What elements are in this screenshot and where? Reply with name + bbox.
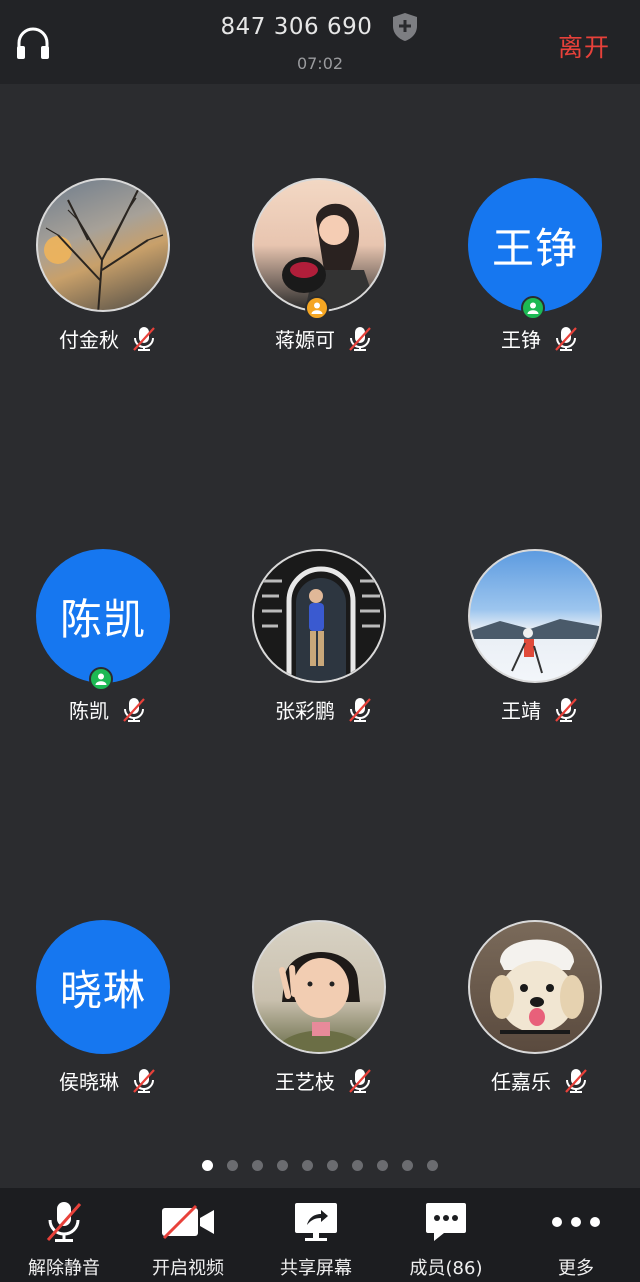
participant-name: 蒋嫄可 — [275, 328, 335, 352]
page-dot[interactable] — [327, 1160, 338, 1171]
page-dot[interactable] — [202, 1160, 213, 1171]
participant-tile[interactable]: 晓琳 侯晓琳 — [0, 920, 216, 1140]
page-dot[interactable] — [377, 1160, 388, 1171]
avatar: 陈凯 — [36, 549, 170, 683]
mic-muted-icon — [123, 697, 145, 722]
page-dot[interactable] — [227, 1160, 238, 1171]
mic-muted-icon — [46, 1202, 82, 1242]
mic-muted-icon — [349, 697, 371, 722]
mic-muted-icon — [133, 326, 155, 351]
video-off-icon — [162, 1204, 214, 1240]
bottom-toolbar: 解除静音 开启视频 共享屏幕 成员(86) 更多 — [0, 1188, 640, 1282]
page-dot[interactable] — [302, 1160, 313, 1171]
participant-name: 王靖 — [501, 699, 541, 723]
participant-tile[interactable]: 陈凯 陈凯 — [0, 549, 216, 769]
more-button[interactable]: 更多 — [512, 1188, 640, 1282]
avatar — [252, 549, 386, 683]
participant-tile[interactable]: 张彩鹏 — [216, 549, 432, 769]
page-dot[interactable] — [252, 1160, 263, 1171]
mic-muted-icon — [349, 1068, 371, 1093]
participant-tile[interactable]: 王靖 — [432, 549, 640, 769]
start-video-button[interactable]: 开启视频 — [124, 1188, 252, 1282]
unmute-label: 解除静音 — [28, 1258, 100, 1279]
avatar: 王铮 — [468, 178, 602, 312]
mic-muted-icon — [133, 1068, 155, 1093]
avatar — [252, 178, 386, 312]
participant-tile[interactable]: 付金秋 — [0, 178, 216, 398]
participant-name: 王铮 — [501, 328, 541, 352]
members-button[interactable]: 成员(86) — [382, 1188, 510, 1282]
page-dot[interactable] — [277, 1160, 288, 1171]
share-screen-button[interactable]: 共享屏幕 — [252, 1188, 380, 1282]
more-dots-icon — [552, 1217, 600, 1227]
cohost-badge-icon — [521, 296, 545, 320]
participant-name: 任嘉乐 — [491, 1070, 551, 1094]
mic-muted-icon — [349, 326, 371, 351]
avatar-initials: 晓琳 — [59, 965, 146, 1015]
avatar — [252, 920, 386, 1054]
avatar-initials: 王铮 — [491, 223, 578, 273]
participant-tile[interactable]: 王铮 王铮 — [432, 178, 640, 398]
mic-muted-icon — [565, 1068, 587, 1093]
participant-name: 侯晓琳 — [59, 1070, 119, 1094]
avatar-initials: 陈凯 — [59, 594, 146, 644]
share-screen-label: 共享屏幕 — [280, 1258, 352, 1279]
mic-muted-icon — [555, 326, 577, 351]
avatar: 晓琳 — [36, 920, 170, 1054]
participant-name: 付金秋 — [59, 328, 119, 352]
mic-muted-icon — [555, 697, 577, 722]
meeting-id[interactable]: 847 306 690 — [221, 14, 373, 40]
top-bar: 847 306 690 07:02 离开 — [0, 0, 640, 84]
participant-tile[interactable]: 任嘉乐 — [432, 920, 640, 1140]
meeting-timer: 07:02 — [296, 54, 344, 73]
avatar — [36, 178, 170, 312]
security-shield-icon[interactable] — [391, 12, 419, 42]
avatar — [468, 549, 602, 683]
host-badge-icon — [305, 296, 329, 320]
page-dot[interactable] — [427, 1160, 438, 1171]
participant-name: 张彩鹏 — [275, 699, 335, 723]
avatar — [468, 920, 602, 1054]
page-indicator[interactable] — [0, 1160, 640, 1171]
share-screen-icon — [295, 1203, 337, 1241]
chat-bubble-icon — [426, 1203, 466, 1241]
page-dot[interactable] — [402, 1160, 413, 1171]
start-video-label: 开启视频 — [152, 1258, 224, 1279]
unmute-button[interactable]: 解除静音 — [0, 1188, 128, 1282]
participant-tile[interactable]: 蒋嫄可 — [216, 178, 432, 398]
members-label: 成员(86) — [409, 1258, 483, 1279]
more-label: 更多 — [558, 1258, 594, 1279]
participant-name: 陈凯 — [69, 699, 109, 723]
participant-tile[interactable]: 王艺枝 — [216, 920, 432, 1140]
cohost-badge-icon — [89, 667, 113, 691]
leave-button[interactable]: 离开 — [558, 28, 610, 64]
participant-name: 王艺枝 — [275, 1070, 335, 1094]
page-dot[interactable] — [352, 1160, 363, 1171]
